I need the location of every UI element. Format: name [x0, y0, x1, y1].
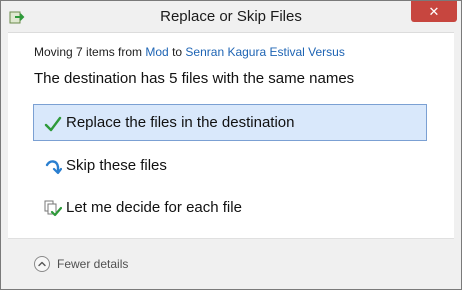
checkmark-icon [44, 116, 62, 132]
replace-skip-dialog: Replace or Skip Files ✕ Moving 7 items f… [0, 0, 462, 290]
close-button[interactable]: ✕ [411, 1, 457, 22]
fewer-details-label: Fewer details [57, 257, 129, 271]
title-bar: Replace or Skip Files ✕ [1, 1, 461, 32]
moving-prefix: Moving 7 items from [34, 45, 143, 59]
chevron-up-icon [34, 256, 50, 272]
fewer-details-toggle[interactable]: Fewer details [34, 254, 128, 274]
decide-each-file-option[interactable]: Let me decide for each file [33, 189, 427, 226]
destination-folder-link[interactable]: Senran Kagura Estival Versus [185, 45, 344, 59]
moving-summary: Moving 7 items from Mod to Senran Kagura… [34, 45, 345, 59]
conflict-message: The destination has 5 files with the sam… [34, 70, 355, 87]
source-folder-link[interactable]: Mod [145, 45, 168, 59]
window-title: Replace or Skip Files [160, 8, 302, 25]
dialog-content: Moving 7 items from Mod to Senran Kagura… [8, 32, 454, 238]
to-word: to [172, 45, 183, 59]
replace-files-label: Replace the files in the destination [66, 114, 295, 131]
skip-files-label: Skip these files [66, 157, 167, 174]
decide-files-icon [44, 200, 62, 217]
skip-arrow-icon [45, 160, 62, 175]
replace-files-option[interactable]: Replace the files in the destination [33, 104, 427, 141]
close-icon: ✕ [428, 4, 440, 19]
decide-each-file-label: Let me decide for each file [66, 199, 242, 216]
dialog-footer: Fewer details [8, 238, 454, 284]
skip-files-option[interactable]: Skip these files [33, 147, 427, 184]
